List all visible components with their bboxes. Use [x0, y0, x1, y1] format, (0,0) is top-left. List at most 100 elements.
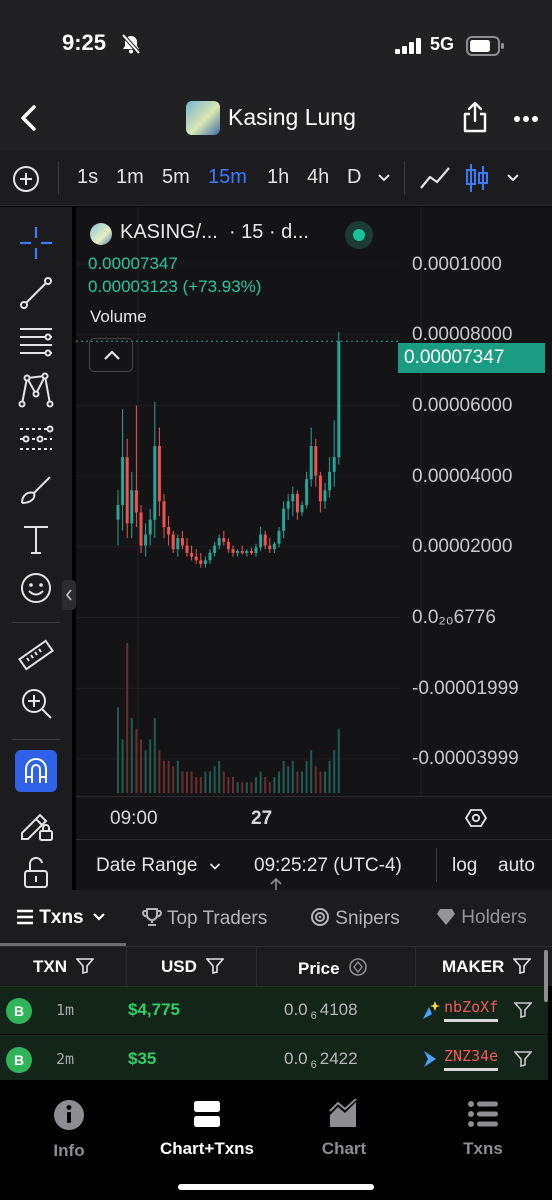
tool-divider	[12, 622, 60, 623]
trend-line-icon[interactable]	[16, 273, 56, 313]
prediction-tool-icon[interactable]	[16, 419, 56, 459]
date-range-dropdown[interactable]: Date Range	[96, 855, 221, 877]
maker-underline	[444, 1068, 498, 1071]
unlock-icon[interactable]	[16, 855, 56, 889]
candle-body	[130, 490, 134, 524]
pair-title[interactable]: KASING/... · 15 · d...	[120, 221, 309, 244]
tab-snipers[interactable]: Snipers	[310, 907, 400, 930]
volume-label: Volume	[90, 307, 147, 326]
tab-label: Txns	[39, 907, 84, 928]
volume-bar	[167, 760, 170, 793]
candle-body	[139, 512, 143, 546]
candle-body	[245, 551, 249, 553]
volume-bar	[255, 776, 257, 793]
volume-bar	[209, 771, 211, 793]
table-row[interactable]: B 2m $35 0.0 6 2422 ZNZ34e	[0, 1035, 548, 1083]
volume-bar	[163, 760, 165, 793]
add-indicator-icon[interactable]	[12, 165, 40, 193]
tab-top-traders[interactable]: Top Traders	[142, 907, 267, 930]
nav-chart[interactable]: Chart	[284, 1098, 404, 1159]
text-tool-icon[interactable]	[16, 519, 56, 559]
tab-label: Top Traders	[166, 908, 268, 929]
volume-bar	[301, 771, 303, 793]
zoom-in-icon[interactable]	[16, 683, 56, 723]
chart-settings-icon[interactable]	[465, 807, 487, 829]
volume-bar	[121, 739, 124, 793]
tab-holders[interactable]: Holders	[436, 907, 527, 929]
pattern-tool-icon[interactable]	[16, 370, 56, 410]
candle-body	[171, 534, 175, 550]
share-icon[interactable]	[461, 100, 489, 134]
list-icon	[468, 1101, 498, 1127]
candle-body	[295, 493, 299, 513]
column-header-price[interactable]: Price	[298, 957, 368, 979]
nav-txns[interactable]: Txns	[423, 1099, 543, 1159]
volume-bar	[333, 750, 336, 793]
nav-label: Txns	[463, 1139, 503, 1158]
candle-body	[226, 541, 230, 550]
timeframe-bar: 1s 1m 5m 15m 1h 4h D	[0, 151, 552, 206]
volume-bar	[140, 739, 142, 793]
timeframe-5m[interactable]: 5m	[162, 166, 190, 189]
column-divider	[415, 947, 416, 987]
collapse-legend-button[interactable]	[89, 338, 133, 372]
collapse-toolbar-button[interactable]	[62, 580, 76, 610]
brush-icon[interactable]	[16, 469, 56, 509]
column-header-usd[interactable]: USD	[161, 957, 225, 977]
timeframe-1h[interactable]: 1h	[267, 166, 289, 189]
nav-info[interactable]: Info	[9, 1099, 129, 1161]
back-chevron-icon[interactable]	[16, 103, 42, 133]
volume-bar	[245, 782, 248, 793]
chart-clock[interactable]: 09:25:27 (UTC-4)	[254, 855, 402, 877]
fib-lines-icon[interactable]	[16, 321, 56, 361]
log-scale-toggle[interactable]: log	[452, 855, 477, 877]
price-tick: 0.00004000	[412, 466, 513, 487]
volume-bar	[153, 718, 156, 793]
maker-address[interactable]: ZNZ34e	[444, 1047, 498, 1065]
chevron-down-icon	[93, 913, 105, 921]
maker-address[interactable]: nbZoXf	[444, 998, 498, 1016]
timeframe-d[interactable]: D	[347, 166, 361, 189]
chevron-down-icon[interactable]	[506, 173, 520, 183]
column-header-maker[interactable]: MAKER	[442, 957, 532, 977]
volume-bar	[126, 643, 129, 793]
volume-bar	[241, 782, 244, 793]
table-row[interactable]: B 1m $4,775 0.0 6 4108 nbZoXf	[0, 986, 548, 1034]
candle-body	[185, 545, 189, 553]
more-icon[interactable]	[513, 115, 539, 123]
volume-bar	[227, 776, 230, 793]
nav-label: Info	[53, 1141, 85, 1160]
txn-age: 1m	[56, 1001, 75, 1019]
auto-scale-toggle[interactable]: auto	[498, 855, 535, 877]
toolbar-divider	[58, 161, 59, 195]
filter-icon[interactable]	[514, 1051, 532, 1067]
column-header-txn[interactable]: TXN	[33, 957, 95, 977]
volume-bar	[222, 771, 225, 793]
volume-bar	[314, 766, 317, 793]
timeframe-1m[interactable]: 1m	[116, 166, 144, 189]
candle-body	[323, 490, 327, 502]
price-tick: 0.00006000	[412, 395, 513, 416]
timeframe-4h[interactable]: 4h	[307, 166, 329, 189]
filter-icon[interactable]	[514, 1002, 532, 1018]
candles-icon[interactable]	[464, 162, 490, 194]
volume-bar	[337, 728, 340, 793]
volume-bar	[199, 776, 202, 793]
nav-chart-txns[interactable]: Chart+Txns	[147, 1099, 267, 1159]
ruler-icon[interactable]	[16, 635, 56, 675]
candle-body	[217, 538, 221, 546]
chevron-down-icon[interactable]	[377, 173, 391, 183]
table-header: TXN USD Price MAKER	[0, 946, 552, 987]
emoji-icon[interactable]	[16, 568, 56, 608]
line-chart-icon[interactable]	[419, 164, 451, 192]
candle-body	[194, 556, 198, 561]
price-chart[interactable]: KASING/... · 15 · d... 0.00007347 0.0000…	[76, 207, 552, 890]
lock-drawing-icon[interactable]	[16, 803, 56, 843]
timeframe-15m[interactable]: 15m	[208, 166, 247, 189]
timeframe-1s[interactable]: 1s	[77, 166, 98, 189]
volume-bar	[190, 771, 193, 793]
table-scrollbar[interactable]	[544, 950, 548, 1002]
volume-bar	[232, 776, 234, 793]
crosshair-icon[interactable]	[16, 223, 56, 263]
tab-txns[interactable]: Txns	[16, 907, 106, 929]
